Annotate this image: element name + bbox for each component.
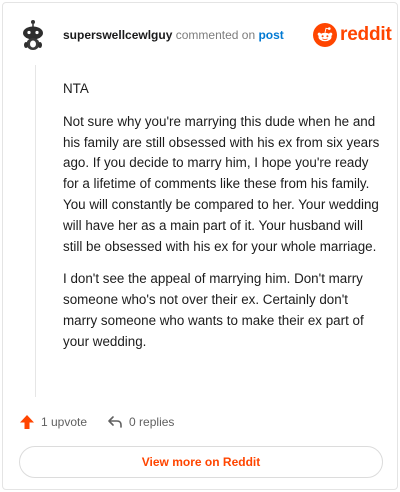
post-link[interactable]: post <box>258 28 283 42</box>
upvote-count: 1 upvote <box>41 415 88 429</box>
upvote-arrow-icon <box>20 415 34 429</box>
comment-paragraph: I don't see the appeal of marrying him. … <box>63 271 364 349</box>
view-more-on-reddit-button[interactable]: View more on Reddit <box>19 446 383 478</box>
thread-line[interactable] <box>35 65 36 397</box>
comment-footer: 1 upvote 0 replies <box>19 411 174 433</box>
comment-body: NTA Not sure why you're marrying this du… <box>63 79 381 365</box>
user-avatar[interactable] <box>19 19 47 51</box>
replies-button[interactable]: 0 replies <box>107 414 174 430</box>
comment-paragraph: NTA <box>63 81 89 96</box>
replies-count: 0 replies <box>129 415 175 429</box>
reddit-logo[interactable]: reddit <box>313 23 392 47</box>
username-link[interactable]: superswellcewlguy <box>63 28 172 42</box>
comment-meta: superswellcewlguy commented on post <box>63 28 284 42</box>
reddit-wordmark: reddit <box>340 24 392 45</box>
reddit-snoo-logo-icon <box>313 23 337 47</box>
reply-arrow-icon <box>108 416 122 428</box>
upvote-button[interactable]: 1 upvote <box>19 414 87 430</box>
comment-header: superswellcewlguy commented on post redd… <box>3 3 397 63</box>
commented-on-text: commented on <box>175 28 256 42</box>
snoo-avatar-icon <box>23 20 43 50</box>
comment-paragraph: Not sure why you're marrying this dude w… <box>63 113 380 254</box>
reddit-comment-embed: superswellcewlguy commented on post redd… <box>2 2 398 490</box>
